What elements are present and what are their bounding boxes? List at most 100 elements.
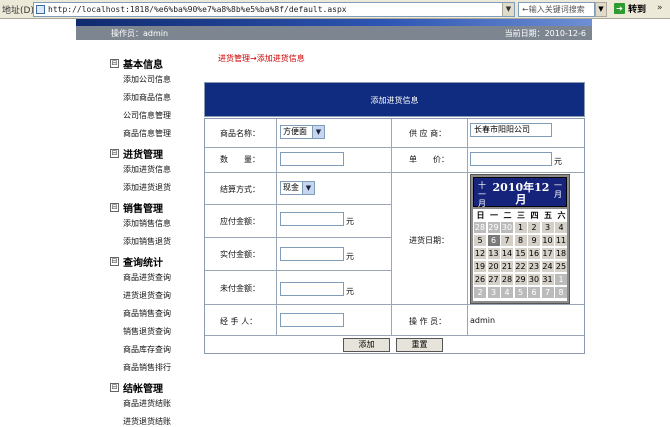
- calendar-day[interactable]: 25: [555, 261, 567, 272]
- sidebar-item[interactable]: 商品进货查询: [123, 272, 171, 283]
- calendar-day[interactable]: 3: [541, 222, 554, 233]
- sidebar-item[interactable]: 添加销售信息: [123, 218, 171, 229]
- collapse-icon[interactable]: ⊟: [110, 149, 119, 158]
- calendar-day[interactable]: 20: [487, 261, 500, 272]
- browser-address-bar: 地址(D) http://localhost:1818/%e6%ba%90%e7…: [0, 0, 670, 19]
- calendar-title: 2010年12月: [492, 181, 550, 206]
- calendar-day[interactable]: 29: [487, 222, 500, 233]
- sidebar-item[interactable]: 添加进货退货: [123, 182, 171, 193]
- sidebar-group-label: 结帐管理: [123, 384, 163, 395]
- calendar-day[interactable]: 3: [487, 287, 500, 298]
- calendar-day[interactable]: 5: [474, 235, 486, 246]
- calendar-day[interactable]: 18: [555, 248, 567, 259]
- sidebar-item[interactable]: 商品销售排行: [123, 362, 171, 373]
- reset-button[interactable]: 重置: [396, 338, 443, 352]
- chevron-down-icon: ▼: [302, 182, 314, 194]
- calendar-day[interactable]: 19: [474, 261, 486, 272]
- calendar-day[interactable]: 30: [528, 274, 540, 285]
- calendar-day[interactable]: 15: [514, 248, 527, 259]
- chevron-down-icon: ▼: [312, 126, 324, 138]
- supplier-field[interactable]: 长春市阳阳公司: [470, 123, 552, 137]
- prev-month-button[interactable]: 十一月: [477, 181, 487, 208]
- sidebar-group-3[interactable]: ⊟ 查询统计: [110, 254, 163, 269]
- calendar-day[interactable]: 2: [474, 287, 486, 298]
- calendar-day[interactable]: 11: [555, 235, 567, 246]
- sidebar-group-label: 进货管理: [123, 150, 163, 161]
- go-button[interactable]: ➔ 转到: [614, 2, 646, 15]
- calendar-day[interactable]: 13: [487, 248, 500, 259]
- sidebar-item[interactable]: 商品销售查询: [123, 308, 171, 319]
- header-banner: [76, 19, 592, 26]
- paid-field[interactable]: [280, 247, 344, 261]
- sidebar-item[interactable]: 进货退货查询: [123, 290, 171, 301]
- search-dropdown-icon[interactable]: ▼: [595, 2, 607, 17]
- calendar-day[interactable]: 7: [501, 235, 513, 246]
- unpaid-field[interactable]: [280, 282, 344, 296]
- sidebar-item[interactable]: 公司信息管理: [123, 110, 171, 121]
- calendar-day[interactable]: 28: [501, 274, 513, 285]
- sidebar-item[interactable]: 添加商品信息: [123, 92, 171, 103]
- unit-price-unit: 元: [554, 157, 562, 166]
- sidebar-item[interactable]: 添加销售退货: [123, 236, 171, 247]
- collapse-icon[interactable]: ⊟: [110, 59, 119, 68]
- calendar-day[interactable]: 21: [501, 261, 513, 272]
- sidebar-group-2[interactable]: ⊟ 销售管理: [110, 200, 163, 215]
- sidebar-item[interactable]: 进货退货结账: [123, 416, 171, 427]
- unit-price-field[interactable]: [470, 152, 552, 166]
- calendar-day[interactable]: 5: [514, 287, 527, 298]
- next-month-button[interactable]: 一月: [553, 181, 563, 199]
- sidebar-item[interactable]: 添加公司信息: [123, 74, 171, 85]
- search-input[interactable]: ←输入关键词搜索: [518, 2, 595, 17]
- sidebar-item[interactable]: 商品信息管理: [123, 128, 171, 139]
- sidebar-item[interactable]: 商品库存查询: [123, 344, 171, 355]
- calendar-day[interactable]: 4: [501, 287, 513, 298]
- row-divider: [205, 237, 391, 238]
- calendar-day[interactable]: 16: [528, 248, 540, 259]
- calendar-grid: 日一二三四五六 28 29 30 1 2 3 4 5 6 7 8 9 10 11 12 13 14 15 16 17 18…: [473, 209, 567, 301]
- sidebar-item[interactable]: 添加进货信息: [123, 164, 171, 175]
- collapse-icon[interactable]: ⊟: [110, 257, 119, 266]
- sidebar-item[interactable]: 商品进货结账: [123, 398, 171, 409]
- handler-field[interactable]: [280, 313, 344, 327]
- calendar-day[interactable]: 31: [541, 274, 554, 285]
- sidebar-group-4[interactable]: ⊟ 结帐管理: [110, 380, 163, 395]
- settlement-value: 现金: [283, 183, 299, 192]
- calendar-day[interactable]: 8: [514, 235, 527, 246]
- calendar-day[interactable]: 14: [501, 248, 513, 259]
- calendar-day[interactable]: 17: [541, 248, 554, 259]
- calendar-day[interactable]: 29: [514, 274, 527, 285]
- calendar-day[interactable]: 2: [528, 222, 540, 233]
- calendar-day[interactable]: 30: [501, 222, 513, 233]
- current-date: 当前日期：2010-12-6: [504, 29, 586, 38]
- calendar-day[interactable]: 10: [541, 235, 554, 246]
- calendar-day[interactable]: 7: [541, 287, 554, 298]
- calendar-day[interactable]: 22: [514, 261, 527, 272]
- calendar-day[interactable]: 26: [474, 274, 486, 285]
- calendar-day[interactable]: 23: [528, 261, 540, 272]
- go-label: 转到: [628, 5, 647, 15]
- calendar-day[interactable]: 28: [474, 222, 486, 233]
- url-field[interactable]: http://localhost:1818/%e6%ba%90%e7%a8%8b…: [33, 2, 515, 17]
- calendar-day[interactable]: 4: [555, 222, 567, 233]
- calendar-day[interactable]: 24: [541, 261, 554, 272]
- chevron-down-icon[interactable]: ▼: [502, 3, 514, 16]
- calendar-day[interactable]: 1: [555, 274, 567, 285]
- sidebar-group-1[interactable]: ⊟ 进货管理: [110, 146, 163, 161]
- collapse-icon[interactable]: ⊟: [110, 203, 119, 212]
- calendar-day[interactable]: 6: [528, 287, 540, 298]
- sidebar-group-0[interactable]: ⊟ 基本信息: [110, 56, 163, 71]
- collapse-icon[interactable]: ⊟: [110, 383, 119, 392]
- calendar-day[interactable]: 8: [555, 287, 567, 298]
- calendar-day[interactable]: 12: [474, 248, 486, 259]
- toolbar-more-icon[interactable]: »: [657, 3, 663, 13]
- calendar-day[interactable]: 1: [514, 222, 527, 233]
- calendar-day[interactable]: 27: [487, 274, 500, 285]
- calendar-day[interactable]: 6: [487, 235, 500, 246]
- product-name-select[interactable]: 方便面 ▼: [280, 125, 325, 139]
- sidebar-item[interactable]: 销售退货查询: [123, 326, 171, 337]
- add-button[interactable]: 添加: [343, 338, 390, 352]
- calendar-day[interactable]: 9: [528, 235, 540, 246]
- payable-field[interactable]: [280, 212, 344, 226]
- settlement-select[interactable]: 现金 ▼: [280, 181, 315, 195]
- quantity-field[interactable]: [280, 152, 344, 166]
